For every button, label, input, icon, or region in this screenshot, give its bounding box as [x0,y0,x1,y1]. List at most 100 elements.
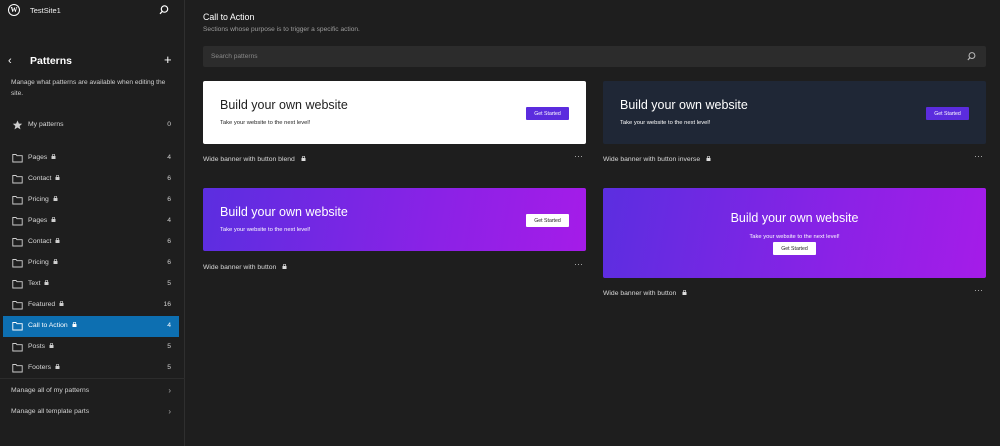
page-subtitle: Sections whose purpose is to trigger a s… [203,26,360,33]
sidebar-item-label: Contact [28,238,60,245]
site-title[interactable]: TestSite1 [30,6,61,15]
folder-icon [12,196,23,205]
folder-icon [12,364,23,373]
sidebar-item-category[interactable]: Footers 5 [3,358,179,379]
folder-icon [12,343,23,352]
pattern-preview-gradient[interactable]: Build your own website Take your website… [203,188,586,251]
add-pattern-button[interactable]: + [164,52,172,68]
banner-heading: Build your own website [220,98,348,112]
folder-icon [12,322,23,331]
star-icon [12,120,23,130]
sidebar-item-label: Text [28,280,49,287]
label-text: Pricing [28,196,49,203]
sidebar-item-category[interactable]: Pricing 6 [3,190,179,211]
sidebar-item-count: 0 [167,121,171,128]
wordpress-logo-icon[interactable]: W [8,4,20,16]
pattern-caption: Wide banner with button [603,290,687,297]
sidebar-item-category[interactable]: Posts 5 [3,337,179,358]
more-options-button[interactable]: ⋯ [974,151,984,162]
sidebar-item-label: My patterns [28,121,64,128]
banner-heading: Build your own website [620,98,748,112]
sidebar-item-category[interactable]: Contact 6 [3,169,179,190]
get-started-button[interactable]: Get Started [526,107,569,120]
sidebar-item-count: 6 [167,175,171,182]
more-options-button[interactable]: ⋯ [574,259,584,270]
banner-tagline: Take your website to the next level! [220,227,311,233]
sidebar-item-label: Pricing [28,259,58,266]
sidebar-item-category[interactable]: Featured 16 [3,295,179,316]
label-text: Posts [28,343,45,350]
sidebar-item-label: Pricing [28,196,58,203]
lock-icon [44,280,49,285]
lock-icon [49,343,54,348]
sidebar-item-label: Featured [28,301,64,308]
banner-tagline: Take your website to the next level! [220,120,311,126]
lock-icon [55,238,60,243]
divider [0,378,185,379]
pattern-preview-blend[interactable]: Build your own website Take your website… [203,81,586,144]
search-icon[interactable] [966,51,977,62]
caption-text: Wide banner with button [603,290,677,297]
sidebar-item-count: 16 [163,301,171,308]
folder-icon [12,280,23,289]
link-label: Manage all of my patterns [11,387,90,394]
get-started-button[interactable]: Get Started [926,107,969,120]
pattern-preview-inverse[interactable]: Build your own website Take your website… [603,81,986,144]
lock-icon [59,301,64,306]
label-text: Footers [28,364,52,371]
folder-icon [12,259,23,268]
lock-icon [55,364,60,369]
lock-icon [282,264,287,269]
sidebar: W TestSite1 ‹ Patterns + Manage what pat… [0,0,185,446]
label-text: Pages [28,217,48,224]
panel-header: ‹ Patterns + [0,52,185,69]
label-text: Text [28,280,41,287]
manage-patterns-link[interactable]: Manage all of my patterns › [11,386,176,395]
folder-icon [12,217,23,226]
sidebar-item-category[interactable]: Contact 6 [3,232,179,253]
banner-tagline: Take your website to the next level! [749,234,840,240]
sidebar-item-category[interactable]: Pricing 6 [3,253,179,274]
top-bar: W TestSite1 [0,0,184,20]
more-options-button[interactable]: ⋯ [974,285,984,296]
sidebar-item-label: Call to Action [28,322,77,329]
banner-tagline: Take your website to the next level! [620,120,711,126]
lock-icon [51,217,56,222]
sidebar-item-label: Pages [28,217,56,224]
lock-icon [53,259,58,264]
sidebar-item-label: Contact [28,175,60,182]
manage-template-parts-link[interactable]: Manage all template parts › [11,407,176,416]
lock-icon [301,156,306,161]
search-icon[interactable] [158,4,170,16]
page-title: Call to Action [203,12,255,22]
lock-icon [51,154,56,159]
folder-icon [12,301,23,310]
lock-icon [53,196,58,201]
caption-text: Wide banner with button inverse [603,156,701,163]
pattern-caption: Wide banner with button blend [203,156,306,163]
back-button[interactable]: ‹ [8,54,18,68]
caption-text: Wide banner with button blend [203,156,295,163]
sidebar-item-category[interactable]: Pages 4 [3,148,179,169]
sidebar-item-category[interactable]: Call to Action 4 [3,316,179,337]
search-input[interactable]: Search patterns [203,46,986,67]
sidebar-item-count: 4 [167,154,171,161]
pattern-caption: Wide banner with button [203,264,287,271]
pattern-preview-gradient-centered[interactable]: Build your own website Take your website… [603,188,986,278]
banner-heading: Build your own website [220,205,348,219]
get-started-button[interactable]: Get Started [773,242,816,255]
search-placeholder: Search patterns [211,53,258,60]
get-started-button[interactable]: Get Started [526,214,569,227]
sidebar-item-category[interactable]: Pages 4 [3,211,179,232]
panel-title: Patterns [30,55,73,67]
more-options-button[interactable]: ⋯ [574,151,584,162]
sidebar-item-label: Pages [28,154,56,161]
sidebar-item-my-patterns[interactable]: My patterns 0 [3,115,179,136]
folder-icon [12,175,23,184]
sidebar-item-count: 6 [167,259,171,266]
banner-heading: Build your own website [730,211,859,225]
folder-icon [12,238,23,247]
label-text: Call to Action [28,322,68,329]
chevron-right-icon: › [168,407,171,416]
sidebar-item-category[interactable]: Text 5 [3,274,179,295]
